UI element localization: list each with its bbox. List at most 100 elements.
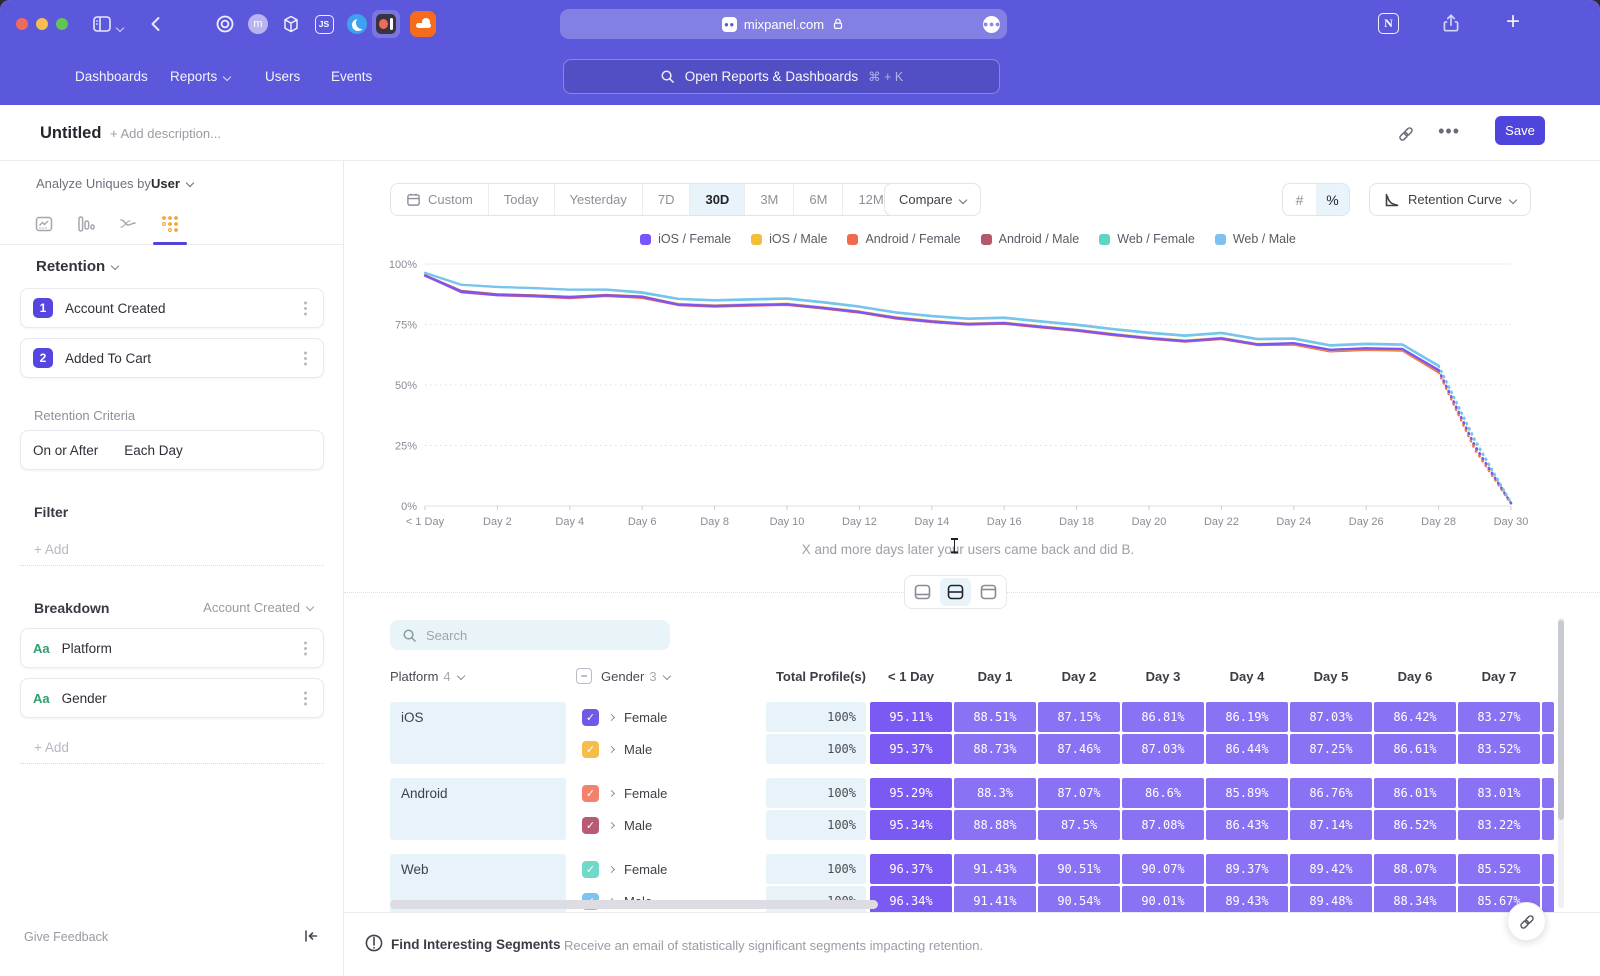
range-7d[interactable]: 7D xyxy=(643,184,691,215)
day-column-header[interactable]: Day 3 xyxy=(1122,658,1204,694)
extension-m-avatar-icon[interactable]: m xyxy=(247,13,269,35)
retention-cell[interactable]: 86.43% xyxy=(1206,810,1288,840)
retention-cell[interactable]: 95.11% xyxy=(870,702,952,732)
copy-link-icon[interactable] xyxy=(1397,125,1415,143)
expand-row-icon[interactable] xyxy=(609,744,614,755)
tab-flows-icon[interactable] xyxy=(118,214,138,234)
day-column-header[interactable]: Day 4 xyxy=(1206,658,1288,694)
retention-cell[interactable]: 86.61% xyxy=(1374,734,1456,764)
day-column-header[interactable]: Day 1 xyxy=(954,658,1036,694)
filter-add-button[interactable]: + Add xyxy=(20,534,324,566)
retention-cell[interactable]: 87.03% xyxy=(1122,734,1204,764)
retention-cell[interactable]: 86.44% xyxy=(1206,734,1288,764)
retention-section-heading[interactable]: Retention xyxy=(36,258,118,275)
nav-users[interactable]: Users xyxy=(265,48,300,105)
address-bar[interactable]: ●● mixpanel.com ●●● xyxy=(560,9,1007,39)
retention-cell[interactable]: 89.48% xyxy=(1290,886,1372,912)
indeterminate-checkbox[interactable]: − xyxy=(576,668,592,684)
notion-extension-icon[interactable]: N xyxy=(1378,13,1399,34)
series-checkbox[interactable]: ✓ xyxy=(582,741,599,758)
retention-step-2[interactable]: 2 Added To Cart xyxy=(20,338,324,378)
analyze-uniques-value[interactable]: User xyxy=(151,176,193,191)
retention-cell[interactable]: 87.07% xyxy=(1038,778,1120,808)
retention-cell[interactable]: 88.07% xyxy=(1374,854,1456,884)
range-custom[interactable]: Custom xyxy=(391,184,489,215)
retention-cell[interactable]: 89.43% xyxy=(1206,886,1288,912)
extension-target-icon[interactable] xyxy=(214,13,236,35)
retention-cell[interactable]: 91.41% xyxy=(954,886,1036,912)
retention-cell[interactable]: 87.46% xyxy=(1038,734,1120,764)
tab-insights-icon[interactable] xyxy=(34,214,54,234)
breakdown-item-platform[interactable]: Aa Platform xyxy=(20,628,324,668)
retention-cell[interactable]: 90.01% xyxy=(1122,886,1204,912)
close-window-button[interactable] xyxy=(16,18,28,30)
expand-row-icon[interactable] xyxy=(609,820,614,831)
global-search[interactable]: Open Reports & Dashboards ⌘ + K xyxy=(563,59,1000,94)
retention-cell[interactable]: 90.07% xyxy=(1122,854,1204,884)
series-checkbox[interactable]: ✓ xyxy=(582,785,599,802)
retention-cell[interactable]: 87.5% xyxy=(1038,810,1120,840)
step-menu-icon[interactable] xyxy=(304,357,307,360)
retention-cell[interactable]: 86.19% xyxy=(1206,702,1288,732)
retention-cell[interactable]: 83.27% xyxy=(1458,702,1540,732)
retention-criteria-card[interactable]: On or After Each Day xyxy=(20,430,324,470)
retention-cell[interactable]: 90.54% xyxy=(1038,886,1120,912)
extension-recorder-icon[interactable] xyxy=(372,10,400,38)
expand-row-icon[interactable] xyxy=(609,788,614,799)
retention-cell[interactable]: 85.52% xyxy=(1458,854,1540,884)
retention-cell[interactable]: 87.03% xyxy=(1290,702,1372,732)
retention-cell[interactable]: 87.08% xyxy=(1122,810,1204,840)
day-column-header[interactable]: Day 6 xyxy=(1374,658,1456,694)
layout-table-only-button[interactable] xyxy=(973,578,1004,606)
retention-cell[interactable]: 88.51% xyxy=(954,702,1036,732)
back-icon[interactable] xyxy=(146,14,166,34)
day-column-header[interactable]: Day 2 xyxy=(1038,658,1120,694)
nav-dashboards[interactable]: Dashboards xyxy=(75,48,148,105)
new-tab-icon[interactable]: + xyxy=(1506,8,1520,36)
browser-sidebar-icon[interactable] xyxy=(92,14,112,34)
breakdown-add-button[interactable]: + Add xyxy=(20,732,324,764)
series-checkbox[interactable]: ✓ xyxy=(582,817,599,834)
legend-item[interactable]: Android / Female xyxy=(847,232,960,246)
retention-cell[interactable]: 96.37% xyxy=(870,854,952,884)
breakdown-menu-icon[interactable] xyxy=(304,647,307,650)
extension-soundcloud-icon[interactable] xyxy=(410,11,436,37)
retention-cell[interactable]: 83.01% xyxy=(1458,778,1540,808)
share-icon[interactable] xyxy=(1440,12,1462,34)
compare-button[interactable]: Compare xyxy=(884,183,981,216)
total-profiles-header[interactable]: Total Profile(s) xyxy=(766,658,866,694)
legend-item[interactable]: iOS / Female xyxy=(640,232,731,246)
retention-cell[interactable]: 88.88% xyxy=(954,810,1036,840)
share-link-fab[interactable] xyxy=(1507,902,1546,941)
gender-column-header[interactable]: −Gender3 xyxy=(576,658,670,694)
mode-count[interactable]: # xyxy=(1283,184,1316,215)
give-feedback-link[interactable]: Give Feedback xyxy=(24,930,108,944)
table-search[interactable] xyxy=(390,620,670,650)
breakdown-item-gender[interactable]: Aa Gender xyxy=(20,678,324,718)
breakdown-menu-icon[interactable] xyxy=(304,697,307,700)
layout-chart-only-button[interactable] xyxy=(907,578,938,606)
retention-cell[interactable]: 83.22% xyxy=(1458,810,1540,840)
report-title[interactable]: Untitled xyxy=(40,124,101,143)
chart-type-dropdown[interactable]: Retention Curve xyxy=(1369,183,1531,216)
day-column-header[interactable]: Day 7 xyxy=(1458,658,1540,694)
retention-cell[interactable]: 88.3% xyxy=(954,778,1036,808)
retention-cell[interactable]: 87.15% xyxy=(1038,702,1120,732)
platform-column-header[interactable]: Platform4 xyxy=(390,658,464,694)
legend-item[interactable]: Web / Male xyxy=(1215,232,1296,246)
mode-percent[interactable]: % xyxy=(1316,184,1349,215)
segments-title[interactable]: Find Interesting Segments xyxy=(391,937,561,952)
retention-cell[interactable]: 88.73% xyxy=(954,734,1036,764)
minimize-window-button[interactable] xyxy=(36,18,48,30)
day-column-header[interactable]: Day 5 xyxy=(1290,658,1372,694)
range-yesterday[interactable]: Yesterday xyxy=(555,184,643,215)
range-3m[interactable]: 3M xyxy=(745,184,794,215)
nav-reports[interactable]: Reports xyxy=(170,48,230,105)
breakdown-scope-dropdown[interactable]: Account Created xyxy=(203,600,313,615)
retention-cell[interactable]: 86.6% xyxy=(1122,778,1204,808)
tab-retention-icon[interactable] xyxy=(160,214,180,234)
legend-item[interactable]: Android / Male xyxy=(981,232,1080,246)
range-6m[interactable]: 6M xyxy=(794,184,843,215)
retention-cell[interactable]: 89.37% xyxy=(1206,854,1288,884)
retention-cell[interactable]: 95.37% xyxy=(870,734,952,764)
